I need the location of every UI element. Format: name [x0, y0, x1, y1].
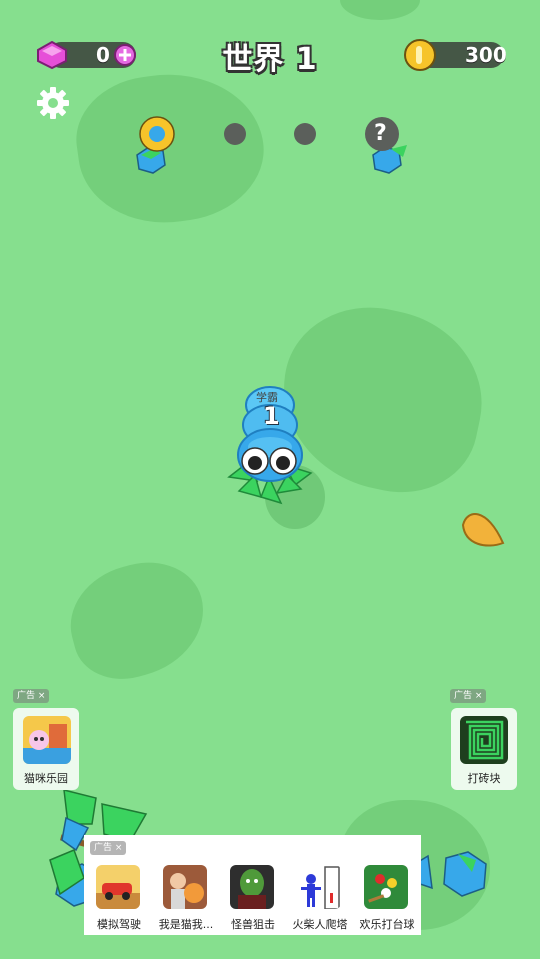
ad-label: 怪兽狙击	[231, 918, 275, 931]
ad-label: 猫咪乐园	[24, 772, 68, 785]
ad-label: 欢乐打台球	[359, 918, 415, 931]
player-level: 1	[263, 402, 280, 430]
monster-sniper-game-icon[interactable]	[230, 865, 274, 909]
ad-label: 模拟驾驶	[97, 918, 141, 931]
cat-story-game-icon[interactable]	[163, 865, 207, 909]
ad-card-left[interactable]: 猫咪乐园	[13, 708, 79, 790]
close-icon[interactable]: ×	[115, 843, 123, 853]
ad-label: 火柴人爬塔	[292, 918, 348, 931]
brick-breaker-game-icon[interactable]	[460, 716, 508, 764]
stage-node	[224, 123, 246, 145]
ad-card-right[interactable]: 打砖块	[451, 708, 517, 790]
ad-tag: 广告 ×	[450, 689, 487, 703]
gear-icon[interactable]	[35, 85, 71, 121]
ground-patch	[58, 549, 217, 691]
ad-tag: 广告 ×	[13, 689, 50, 703]
stage-start-icon	[136, 116, 175, 174]
ad-label: 我是猫我...	[158, 918, 214, 931]
ad-label: 打砖块	[467, 772, 501, 785]
rock-decoration	[418, 851, 487, 897]
ad-tag: 广告 ×	[90, 841, 127, 855]
close-icon[interactable]: ×	[38, 691, 46, 701]
stage-node	[294, 123, 316, 145]
cat-park-game-icon[interactable]	[23, 716, 71, 764]
close-icon[interactable]: ×	[475, 691, 483, 701]
bottom-ad-bar: 广告 × 模拟驾驶 我是猫我... 怪兽狙击 火柴人爬塔 欢乐打台球	[84, 835, 421, 935]
stickman-tower-game-icon[interactable]	[297, 865, 341, 909]
ground-patch	[340, 0, 420, 20]
coin-icon	[404, 39, 436, 71]
locked-stage-icon	[365, 117, 407, 174]
food-leaf-icon[interactable]	[457, 505, 509, 551]
game-stage[interactable]: 0 世界 1 300 ? 学霸 1 广告 × 猫咪乐园 广告 × 打砖块 广告 …	[0, 0, 540, 959]
locked-stage-symbol: ?	[374, 121, 387, 146]
billiards-game-icon[interactable]	[364, 865, 408, 909]
coin-count: 300	[465, 43, 507, 67]
driving-game-icon[interactable]	[96, 865, 140, 909]
player-snake[interactable]	[225, 385, 335, 530]
